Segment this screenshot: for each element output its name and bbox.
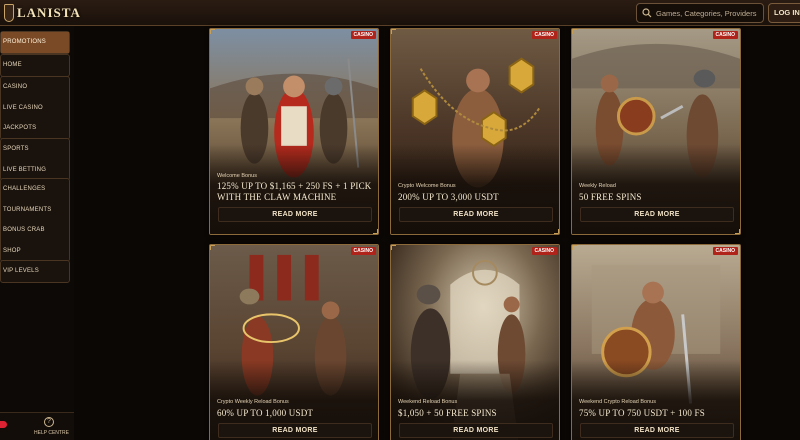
promo-card[interactable]: CASINO Crypto Weekly Reload Bonus 60% up… — [209, 244, 379, 440]
sidebar-item-casino[interactable]: CASINO — [1, 77, 69, 98]
promo-type: Weekend Crypto Reload Bonus — [579, 399, 656, 405]
promo-card[interactable]: CASINO Weekend Crypto Reload Bonus 75% u… — [571, 244, 741, 440]
casino-badge: CASINO — [712, 31, 738, 39]
promo-type: Weekend Reload Bonus — [398, 399, 458, 405]
corner-ornament — [391, 29, 396, 34]
corner-ornament — [554, 229, 559, 234]
sidebar-item-home[interactable]: HOME — [1, 55, 69, 76]
promo-card[interactable]: CASINO Weekend Reload Bonus $1,050 + 50 … — [390, 244, 560, 440]
promo-card[interactable]: CASINO Crypto Welcome Bonus 200% up to 3… — [390, 28, 560, 235]
read-more-button[interactable]: READ MORE — [218, 207, 372, 222]
promo-type: Weekly Reload — [579, 183, 616, 189]
casino-badge: CASINO — [350, 247, 376, 255]
sidebar-item-shop[interactable]: SHOP — [1, 241, 69, 262]
promo-card[interactable]: CASINO Weekly Reload 50 Free Spins READ … — [571, 28, 741, 235]
corner-ornament — [391, 245, 396, 250]
nav-group-home: HOME — [0, 54, 70, 77]
read-more-button[interactable]: READ MORE — [399, 207, 553, 222]
search-icon — [642, 8, 652, 18]
nav-group-promotions: PROMOTIONS — [0, 31, 70, 54]
nav-group-sports: SPORTS LIVE BETTING — [0, 138, 70, 181]
promo-offer: 60% up to 1,000 USDT — [217, 408, 314, 418]
corner-ornament — [210, 245, 215, 250]
corner-ornament — [572, 29, 577, 34]
sidebar: PROMOTIONS HOME CASINO LIVE CASINO JACKP… — [0, 26, 74, 440]
sidebar-item-promotions[interactable]: PROMOTIONS — [1, 32, 69, 53]
help-icon[interactable]: ? — [44, 417, 54, 427]
casino-badge: CASINO — [531, 247, 557, 255]
promo-offer: 50 Free Spins — [579, 192, 642, 202]
sidebar-item-vip-levels[interactable]: VIP LEVELS — [1, 261, 69, 282]
nav-group-vip: VIP LEVELS — [0, 260, 70, 283]
promo-offer: 125% up to $1,165 + 250 FS + 1 Pick with… — [217, 181, 372, 202]
corner-ornament — [735, 229, 740, 234]
nav-group-casino: CASINO LIVE CASINO JACKPOTS — [0, 76, 70, 140]
sidebar-item-sports[interactable]: SPORTS — [1, 139, 69, 160]
promo-offer: 200% up to 3,000 USDT — [398, 192, 499, 202]
sidebar-item-challenges[interactable]: CHALLENGES — [1, 179, 69, 200]
casino-badge: CASINO — [712, 247, 738, 255]
corner-ornament — [572, 245, 577, 250]
promo-type: Welcome Bonus — [217, 173, 257, 179]
read-more-button[interactable]: READ MORE — [399, 423, 553, 438]
corner-ornament — [373, 229, 378, 234]
crest-icon — [4, 4, 14, 22]
lanista-logo[interactable]: LANISTA — [4, 2, 81, 24]
top-bar: LANISTA LOG IN — [0, 0, 800, 26]
sidebar-item-tournaments[interactable]: TOURNAMENTS — [1, 200, 69, 221]
promo-offer: 75% up to 750 USDT + 100 FS — [579, 408, 705, 418]
sidebar-footer: ? HELP CENTRE — [0, 412, 74, 440]
casino-badge: CASINO — [350, 31, 376, 39]
promo-card[interactable]: CASINO Welcome Bonus 125% up to $1,165 +… — [209, 28, 379, 235]
casino-badge: CASINO — [531, 31, 557, 39]
read-more-button[interactable]: READ MORE — [580, 423, 734, 438]
corner-ornament — [210, 29, 215, 34]
sidebar-item-bonus-crab[interactable]: BONUS CRAB — [1, 220, 69, 241]
promo-type: Crypto Welcome Bonus — [398, 183, 456, 189]
sidebar-item-jackpots[interactable]: JACKPOTS — [1, 118, 69, 139]
sidebar-item-live-casino[interactable]: LIVE CASINO — [1, 98, 69, 119]
logo-text: LANISTA — [17, 5, 81, 20]
read-more-button[interactable]: READ MORE — [580, 207, 734, 222]
help-centre-link[interactable]: HELP CENTRE — [34, 430, 69, 436]
search-input[interactable] — [656, 8, 760, 18]
promo-type: Crypto Weekly Reload Bonus — [217, 399, 289, 405]
search-box[interactable] — [636, 3, 764, 23]
promo-offer: $1,050 + 50 Free Spins — [398, 408, 497, 418]
nav-group-extras: CHALLENGES TOURNAMENTS BONUS CRAB SHOP — [0, 178, 70, 262]
language-flag-icon[interactable] — [0, 421, 7, 428]
read-more-button[interactable]: READ MORE — [218, 423, 372, 438]
login-button[interactable]: LOG IN — [768, 3, 800, 23]
sidebar-item-live-betting[interactable]: LIVE BETTING — [1, 160, 69, 181]
